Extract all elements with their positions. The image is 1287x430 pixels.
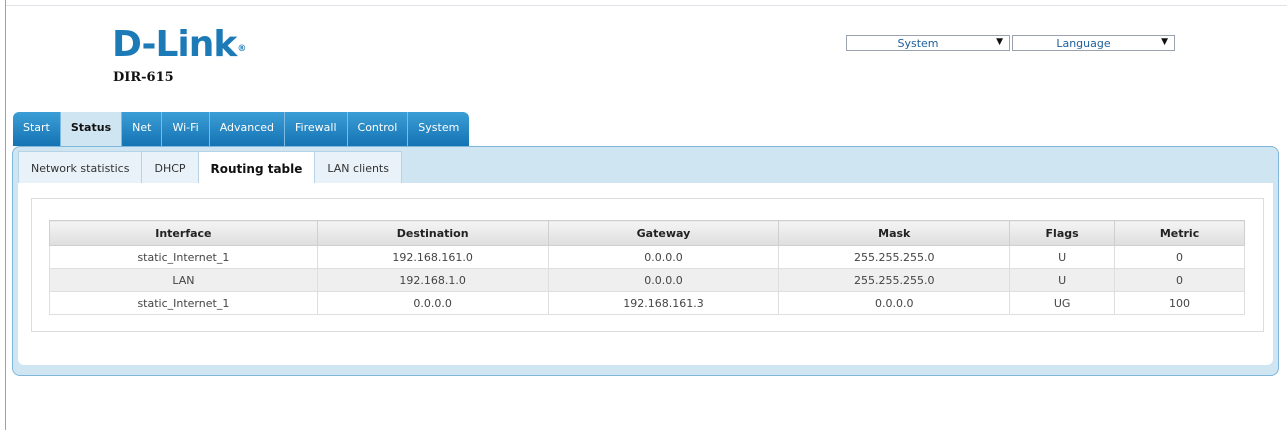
cell-metric: 100 bbox=[1114, 291, 1245, 315]
routing-table: Interface Destination Gateway Mask Flags… bbox=[49, 220, 1245, 315]
table-row: static_Internet_1 0.0.0.0 192.168.161.3 … bbox=[49, 291, 1245, 315]
cell-gateway: 192.168.161.3 bbox=[547, 291, 780, 315]
window-top-border bbox=[0, 0, 1287, 6]
column-header-destination: Destination bbox=[316, 220, 549, 246]
cell-mask: 255.255.255.0 bbox=[778, 268, 1011, 292]
cell-gateway: 0.0.0.0 bbox=[547, 245, 780, 269]
system-select-value: System bbox=[897, 37, 939, 50]
column-header-interface: Interface bbox=[49, 220, 318, 246]
window-left-border bbox=[0, 0, 6, 430]
column-header-flags: Flags bbox=[1009, 220, 1116, 246]
chevron-down-icon: ▼ bbox=[1161, 37, 1168, 47]
cell-metric: 0 bbox=[1114, 268, 1245, 292]
device-model: DIR-615 bbox=[113, 70, 174, 85]
cell-mask: 255.255.255.0 bbox=[778, 245, 1011, 269]
cell-interface: LAN bbox=[49, 268, 318, 292]
tab-wifi[interactable]: Wi-Fi bbox=[162, 112, 210, 146]
tab-status[interactable]: Status bbox=[60, 112, 123, 146]
subtab-routing-table[interactable]: Routing table bbox=[197, 151, 315, 183]
cell-interface: static_Internet_1 bbox=[49, 291, 318, 315]
logo-text: D-Link bbox=[112, 24, 237, 65]
tab-control[interactable]: Control bbox=[347, 112, 409, 146]
tab-firewall[interactable]: Firewall bbox=[285, 112, 348, 146]
table-row: LAN 192.168.1.0 0.0.0.0 255.255.255.0 U … bbox=[49, 268, 1245, 292]
cell-flags: U bbox=[1009, 245, 1116, 269]
sub-nav-tabs: Network statistics DHCP Routing table LA… bbox=[18, 151, 402, 183]
tab-net[interactable]: Net bbox=[122, 112, 163, 146]
table-header-row: Interface Destination Gateway Mask Flags… bbox=[49, 220, 1245, 246]
chevron-down-icon: ▼ bbox=[996, 37, 1003, 47]
language-select[interactable]: Language ▼ bbox=[1012, 35, 1175, 51]
cell-metric: 0 bbox=[1114, 245, 1245, 269]
dlink-logo: D-Link® bbox=[112, 24, 246, 65]
subtab-dhcp[interactable]: DHCP bbox=[141, 151, 198, 183]
column-header-gateway: Gateway bbox=[547, 220, 780, 246]
cell-destination: 192.168.161.0 bbox=[316, 245, 549, 269]
tab-advanced[interactable]: Advanced bbox=[209, 112, 286, 146]
cell-flags: U bbox=[1009, 268, 1116, 292]
cell-flags: UG bbox=[1009, 291, 1116, 315]
subtab-lan-clients[interactable]: LAN clients bbox=[314, 151, 402, 183]
cell-destination: 192.168.1.0 bbox=[316, 268, 549, 292]
cell-mask: 0.0.0.0 bbox=[778, 291, 1011, 315]
column-header-metric: Metric bbox=[1114, 220, 1245, 246]
registered-mark: ® bbox=[237, 44, 246, 54]
cell-destination: 0.0.0.0 bbox=[316, 291, 549, 315]
language-select-value: Language bbox=[1056, 37, 1111, 50]
subtab-network-statistics[interactable]: Network statistics bbox=[18, 151, 142, 183]
column-header-mask: Mask bbox=[778, 220, 1011, 246]
cell-gateway: 0.0.0.0 bbox=[547, 268, 780, 292]
tab-system[interactable]: System bbox=[408, 112, 470, 146]
table-row: static_Internet_1 192.168.161.0 0.0.0.0 … bbox=[49, 245, 1245, 269]
system-menu-select[interactable]: System ▼ bbox=[846, 35, 1010, 51]
main-nav-tabs: Start Status Net Wi-Fi Advanced Firewall… bbox=[13, 112, 470, 146]
tab-start[interactable]: Start bbox=[13, 112, 61, 146]
cell-interface: static_Internet_1 bbox=[49, 245, 318, 269]
